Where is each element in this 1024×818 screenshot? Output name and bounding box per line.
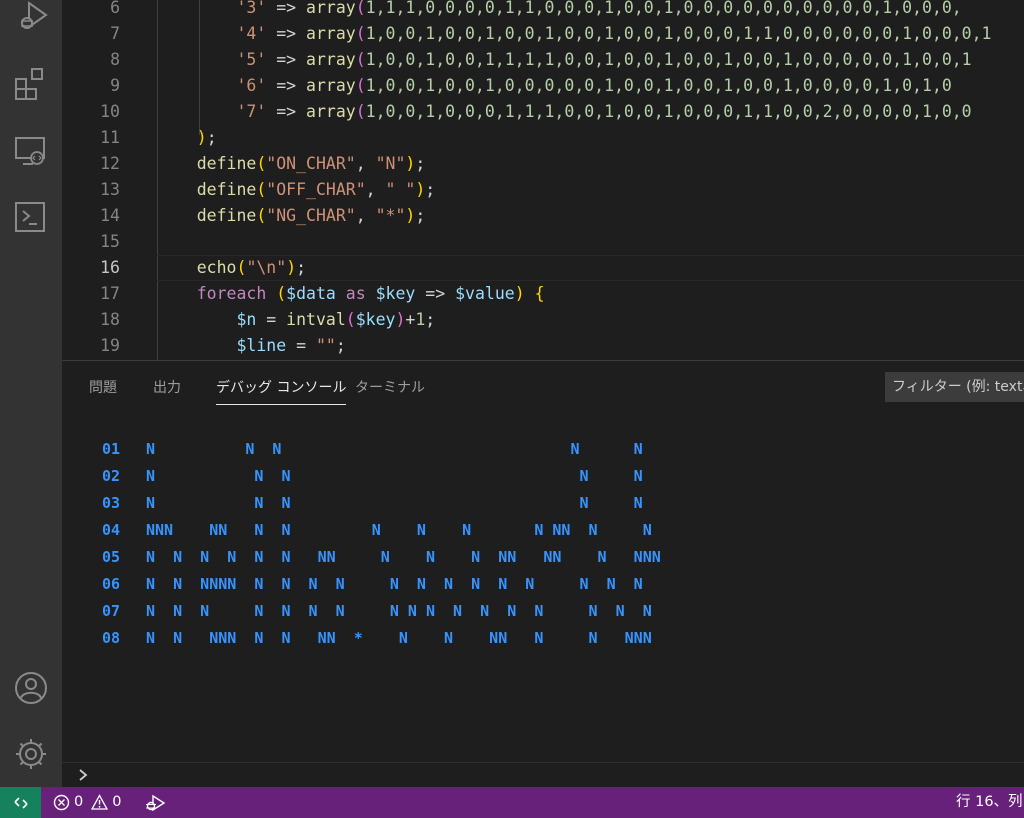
line-number: 13 (100, 180, 120, 199)
repl-input[interactable] (76, 764, 96, 786)
remote-icon (13, 796, 28, 809)
console-output-line: 04 NNN NN N N N N N N NN N N (102, 517, 652, 544)
output-line-number: 01 (102, 440, 121, 458)
line-number: 9 (110, 76, 120, 95)
cursor-position[interactable]: 行 16、列 (956, 787, 1023, 818)
code-text: '5' => array(1,0,0,1,0,0,1,1,1,1,0,0,1,0… (236, 50, 972, 69)
output-line-number: 02 (102, 467, 121, 485)
code-text: echo("\n"); (196, 258, 307, 277)
warning-icon (91, 794, 109, 810)
console-output-line: 03 N N N N N (102, 490, 643, 517)
line-number: 19 (100, 336, 120, 355)
output-line-text: NNN NN N N N N N N NN N N (146, 521, 652, 539)
code-text: '4' => array(1,0,0,1,0,0,1,0,0,1,0,0,1,0… (236, 24, 992, 43)
output-line-text: N N N N N N NN N N N NN NN N NNN (146, 548, 661, 566)
line-number: 18 (100, 310, 120, 329)
code-text: $line = ""; (236, 336, 346, 355)
run-debug-icon[interactable] (0, 0, 62, 34)
code-line[interactable]: 18 $n = intval($key)+1; (62, 307, 1024, 333)
output-line-number: 04 (102, 521, 121, 539)
code-line[interactable]: 13 define("OFF_CHAR", " "); (62, 177, 1024, 203)
console-output-line: 01 N N N N N (102, 436, 643, 463)
tab-debug-console[interactable]: デバッグ コンソール (216, 378, 347, 405)
console-output-line: 06 N N NNNN N N N N N N N N N N N N N (102, 571, 643, 598)
line-number: 11 (100, 128, 120, 147)
output-line-number: 08 (102, 629, 121, 647)
code-line[interactable]: 12 define("ON_CHAR", "N"); (62, 151, 1024, 177)
output-line-text: N N N N N (146, 467, 643, 485)
accounts-icon[interactable] (0, 670, 62, 706)
console-output-line: 05 N N N N N N NN N N N NN NN N NNN (102, 544, 661, 571)
code-text: ); (196, 128, 217, 147)
repl-divider (62, 762, 1024, 763)
code-text: foreach ($data as $key => $value) { (196, 284, 545, 303)
output-line-text: N N N N N N N N N N N N N N N N N (146, 602, 652, 620)
remote-indicator[interactable] (0, 787, 41, 818)
chevron-right-icon (79, 769, 88, 781)
console-output-line: 08 N N NNN N N NN * N N NN N N NNN (102, 625, 652, 652)
tab-output[interactable]: 出力 (153, 378, 181, 404)
extensions-icon[interactable] (0, 66, 62, 102)
line-number: 15 (100, 232, 120, 251)
activity-bar (0, 0, 62, 787)
code-line[interactable]: 15 (62, 229, 1024, 255)
line-number: 8 (110, 50, 120, 69)
console-output-line: 07 N N N N N N N N N N N N N N N N N (102, 598, 652, 625)
status-bar: 0 0 行 16、列 (0, 787, 1024, 818)
remote-explorer-icon[interactable] (0, 134, 62, 170)
debug-run-icon (146, 794, 166, 811)
problems-status[interactable]: 0 0 (53, 787, 121, 818)
line-number: 7 (110, 24, 120, 43)
code-text: $n = intval($key)+1; (236, 310, 436, 329)
code-line[interactable]: 7 '4' => array(1,0,0,1,0,0,1,0,0,1,0,0,1… (62, 21, 1024, 47)
output-line-text: N N NNN N N NN * N N NN N N NNN (146, 629, 652, 647)
line-number: 14 (100, 206, 120, 225)
error-count: 0 (74, 794, 84, 810)
code-line[interactable]: 11 ); (62, 125, 1024, 151)
code-text: define("OFF_CHAR", " "); (196, 180, 436, 199)
code-line[interactable]: 10 '7' => array(1,0,0,1,0,0,0,1,1,1,0,0,… (62, 99, 1024, 125)
code-line[interactable]: 17 foreach ($data as $key => $value) { (62, 281, 1024, 307)
output-line-number: 03 (102, 494, 121, 512)
line-number: 10 (100, 102, 120, 121)
output-line-text: N N N N N (146, 440, 643, 458)
code-text: '7' => array(1,0,0,1,0,0,0,1,1,1,0,0,1,0… (236, 102, 972, 121)
terminal-icon[interactable] (0, 200, 62, 236)
code-line[interactable]: 14 define("NG_CHAR", "*"); (62, 203, 1024, 229)
line-number: 12 (100, 154, 120, 173)
output-line-number: 07 (102, 602, 121, 620)
tab-problems[interactable]: 問題 (89, 378, 117, 404)
code-text: '6' => array(1,0,0,1,0,0,1,0,0,0,0,0,1,0… (236, 76, 952, 95)
line-number: 6 (110, 0, 120, 17)
debug-status[interactable] (144, 787, 166, 818)
filter-input[interactable]: フィルター (例: text、 (885, 372, 1024, 402)
output-line-text: N N NNNN N N N N N N N N N N N N N (146, 575, 643, 593)
settings-gear-icon[interactable] (0, 736, 62, 772)
tab-terminal[interactable]: ターミナル (355, 378, 425, 404)
console-output-line: 02 N N N N N (102, 463, 643, 490)
code-line[interactable]: 16 echo("\n"); (62, 255, 1024, 281)
output-line-number: 06 (102, 575, 121, 593)
code-text: define("NG_CHAR", "*"); (196, 206, 426, 225)
code-line[interactable]: 6 '3' => array(1,1,1,0,0,0,0,1,1,0,0,0,1… (62, 0, 1024, 21)
bottom-panel: 問題 出力 デバッグ コンソール ターミナル フィルター (例: text、 0… (62, 360, 1024, 788)
line-number: 16 (100, 258, 120, 277)
code-line[interactable]: 9 '6' => array(1,0,0,1,0,0,1,0,0,0,0,0,1… (62, 73, 1024, 99)
output-line-text: N N N N N (146, 494, 643, 512)
code-line[interactable]: 8 '5' => array(1,0,0,1,0,0,1,1,1,1,0,0,1… (62, 47, 1024, 73)
line-number: 17 (100, 284, 120, 303)
code-text: '3' => array(1,1,1,0,0,0,0,1,1,0,0,0,1,0… (236, 0, 962, 17)
output-line-number: 05 (102, 548, 121, 566)
code-line[interactable]: 19 $line = ""; (62, 333, 1024, 359)
code-editor[interactable]: 6 '3' => array(1,1,1,0,0,0,0,1,1,0,0,0,1… (62, 0, 1024, 360)
code-text: define("ON_CHAR", "N"); (196, 154, 426, 173)
warning-count: 0 (112, 794, 122, 810)
error-icon (53, 794, 70, 811)
